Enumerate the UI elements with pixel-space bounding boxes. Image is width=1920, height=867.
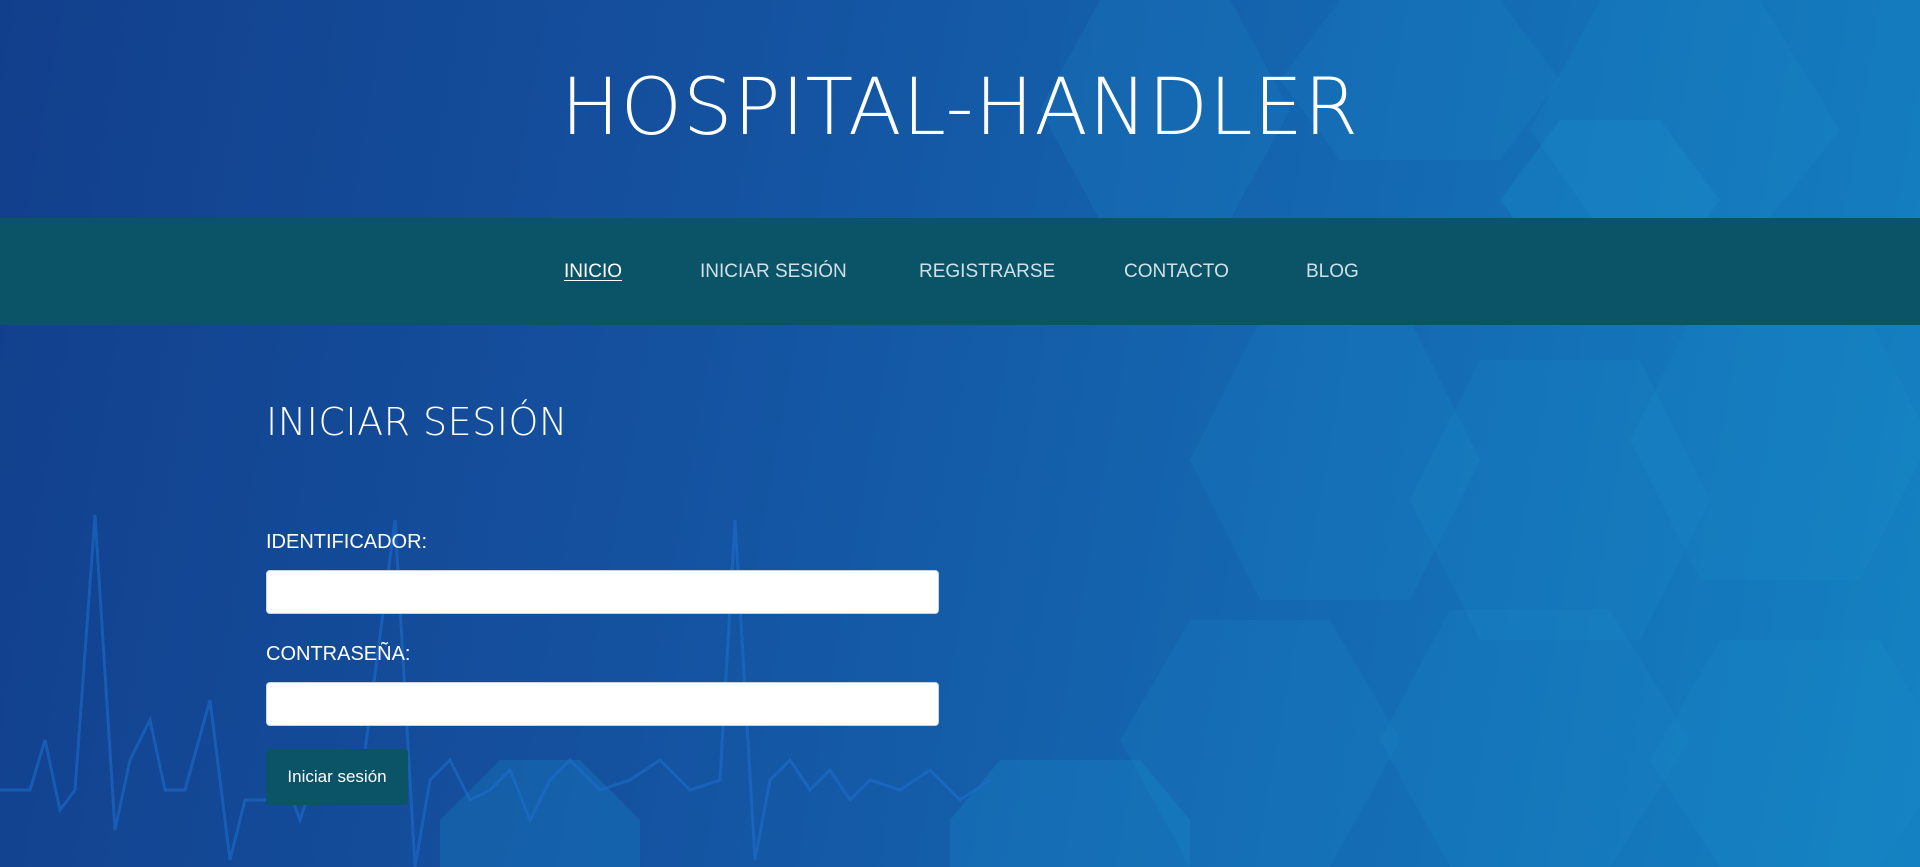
identifier-label: IDENTIFICADOR: xyxy=(266,531,428,553)
password-label: CONTRASEÑA: xyxy=(266,643,411,665)
login-form-title: INICIAR SESIÓN xyxy=(266,400,568,444)
main-navbar: INICIO INICIAR SESIÓN REGISTRARSE CONTAC… xyxy=(0,218,1920,325)
nav-item-registrarse[interactable]: REGISTRARSE xyxy=(919,218,1055,325)
nav-item-contacto[interactable]: CONTACTO xyxy=(1124,218,1229,325)
identifier-input[interactable] xyxy=(266,570,939,614)
nav-item-blog[interactable]: BLOG xyxy=(1306,218,1359,325)
nav-list: INICIO INICIAR SESIÓN REGISTRARSE CONTAC… xyxy=(0,218,1920,325)
nav-item-inicio[interactable]: INICIO xyxy=(564,218,622,325)
login-submit-button[interactable]: Iniciar sesión xyxy=(266,749,408,805)
site-title: HOSPITAL-HANDLER xyxy=(560,63,1360,153)
password-input[interactable] xyxy=(266,682,939,726)
nav-item-iniciar-sesion[interactable]: INICIAR SESIÓN xyxy=(700,218,847,325)
